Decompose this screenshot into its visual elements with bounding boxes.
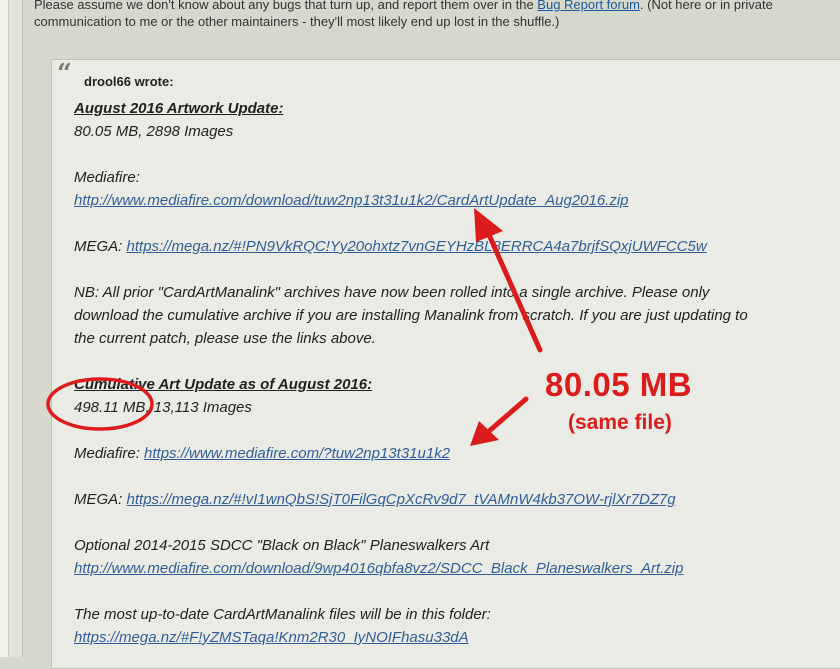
- mediafire-label-cumulative: Mediafire:: [74, 445, 145, 462]
- mega-folder-link[interactable]: https://mega.nz/#F!yZMSTaqa!Knm2R30_IyNO…: [74, 629, 469, 646]
- intro-line-2: communication to me or the other maintai…: [34, 14, 560, 29]
- mega-label: MEGA:: [74, 238, 127, 255]
- folder-text: The most up-to-date CardArtManalink file…: [74, 606, 491, 623]
- left-gutter: [0, 0, 9, 657]
- section-info-cumulative: 498.11 MB, 13,113 Images: [74, 399, 252, 416]
- forum-post-intro: Please assume we don't know about any bu…: [34, 0, 834, 30]
- nb-line-3: the current patch, please use the links …: [74, 330, 376, 347]
- nb-line-1: NB: All prior "CardArtManalink" archives…: [74, 284, 710, 301]
- mediafire-link-august-update[interactable]: http://www.mediafire.com/download/tuw2np…: [74, 192, 629, 209]
- annotation-size-label: 80.05 MB: [545, 366, 693, 403]
- optional-art-link[interactable]: http://www.mediafire.com/download/9wp401…: [74, 560, 683, 577]
- section-heading-august-update: August 2016 Artwork Update:: [74, 100, 284, 117]
- intro-line-1: Please assume we don't know about any bu…: [34, 0, 834, 13]
- intro-text-suffix: . (Not here or in private: [639, 0, 773, 12]
- quote-body: August 2016 Artwork Update: 80.05 MB, 28…: [74, 97, 814, 649]
- nb-line-2: download the cumulative archive if you a…: [74, 307, 748, 324]
- quote-mark-icon: “: [57, 59, 72, 89]
- section-heading-cumulative: Cumulative Art Update as of August 2016:: [74, 376, 373, 393]
- annotation-same-file-label: (same file): [568, 411, 672, 434]
- mega-label-cumulative: MEGA:: [74, 491, 127, 508]
- section-info-august-update: 80.05 MB, 2898 Images: [74, 123, 234, 140]
- mediafire-link-cumulative[interactable]: https://www.mediafire.com/?tuw2np13t31u1…: [144, 445, 450, 462]
- mega-link-august-update[interactable]: https://mega.nz/#!PN9VkRQC!Yy20ohxtz7vnG…: [127, 238, 707, 255]
- optional-art-text: Optional 2014-2015 SDCC "Black on Black"…: [74, 537, 490, 554]
- mega-link-cumulative[interactable]: https://mega.nz/#!vI1wnQbS!SjT0FilGqCpXc…: [127, 491, 676, 508]
- bug-report-forum-link[interactable]: Bug Report forum: [537, 0, 640, 12]
- left-rail: [9, 0, 23, 657]
- mediafire-label: Mediafire:: [74, 169, 140, 186]
- intro-text: Please assume we don't know about any bu…: [34, 0, 538, 12]
- quote-author: drool66 wrote:: [84, 74, 174, 89]
